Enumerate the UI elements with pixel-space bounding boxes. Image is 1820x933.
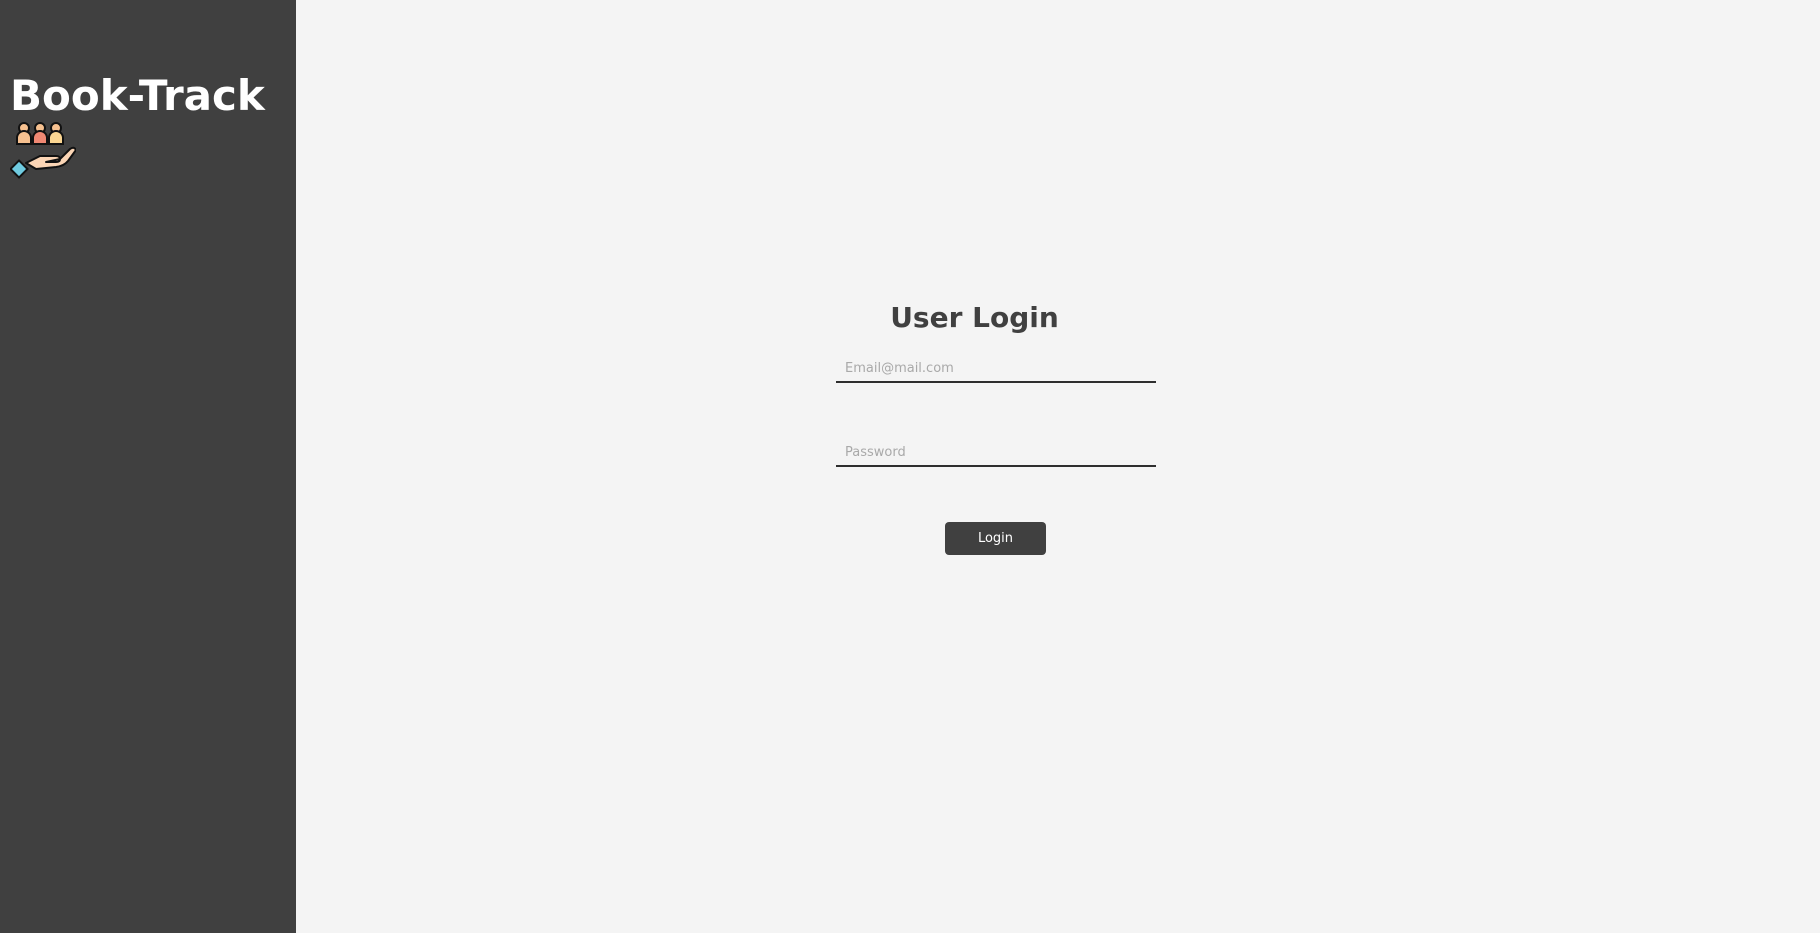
page-title: User Login [890,301,1059,334]
login-button[interactable]: Login [945,522,1046,555]
brand-title: Book-Track [10,71,265,120]
email-field[interactable] [836,349,1156,383]
main-content: User Login Login [296,0,1820,933]
people-in-hand-icon [10,122,76,179]
password-field[interactable] [836,433,1156,467]
sidebar: Book-Track [0,0,296,933]
